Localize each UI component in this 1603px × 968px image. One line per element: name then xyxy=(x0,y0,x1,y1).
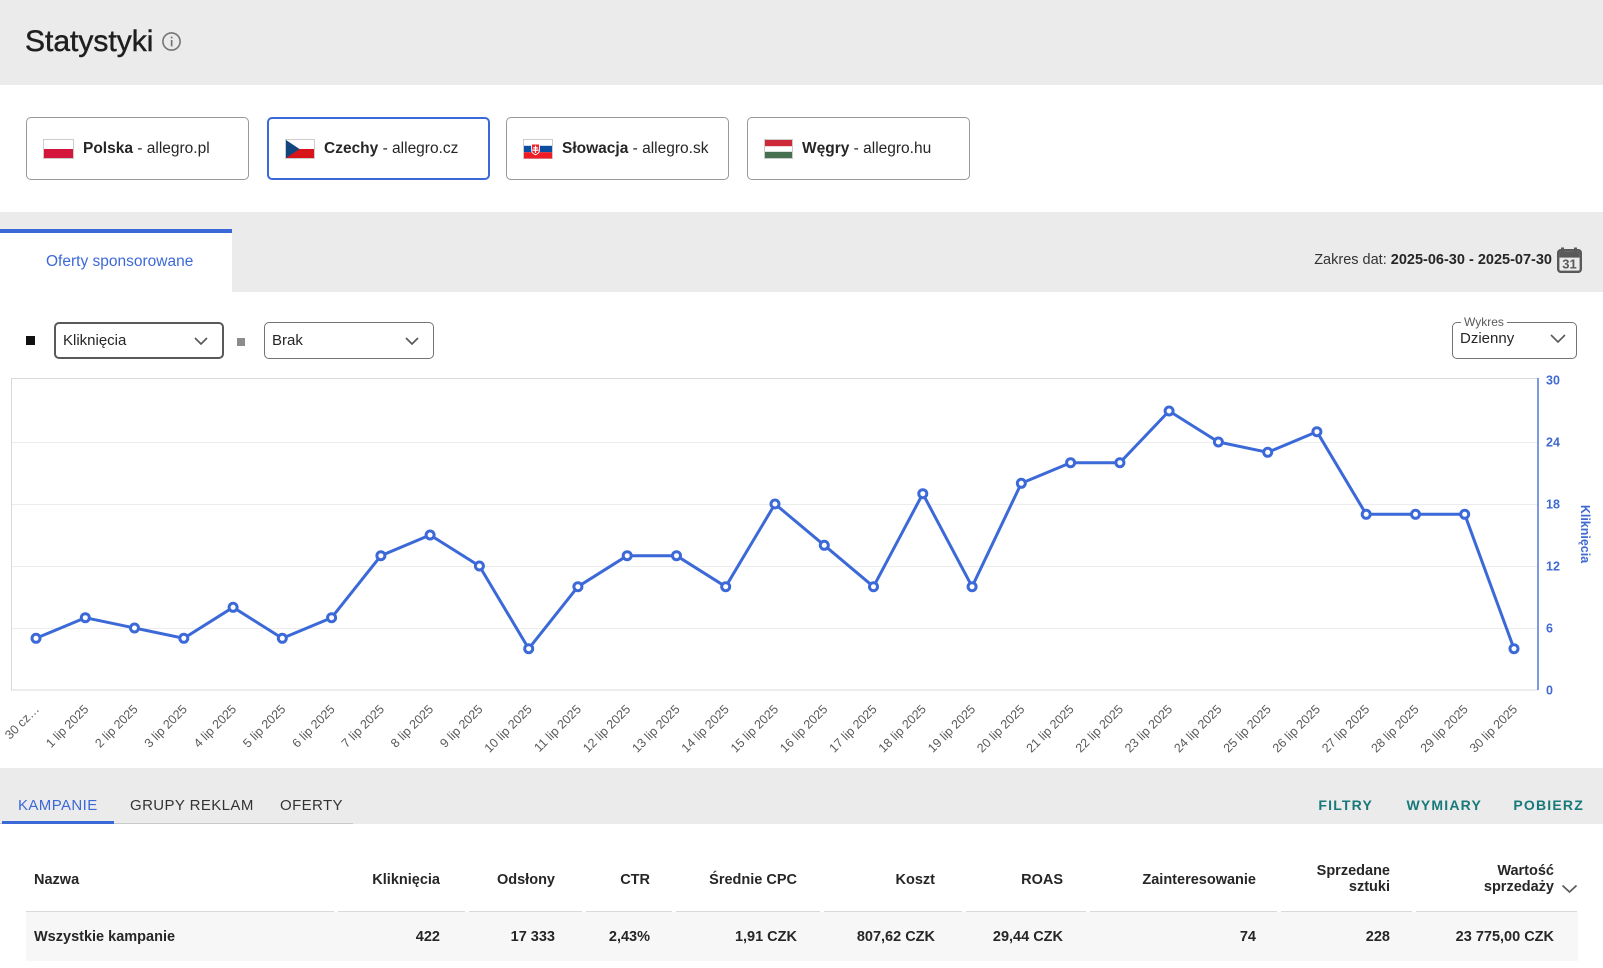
svg-text:15 lip 2025: 15 lip 2025 xyxy=(728,702,781,755)
svg-text:30 lip 2025: 30 lip 2025 xyxy=(1467,702,1520,755)
svg-text:25 lip 2025: 25 lip 2025 xyxy=(1221,702,1274,755)
svg-text:0: 0 xyxy=(1546,683,1553,697)
svg-text:10 lip 2025: 10 lip 2025 xyxy=(482,702,535,755)
svg-text:19 lip 2025: 19 lip 2025 xyxy=(925,702,978,755)
svg-text:3 lip 2025: 3 lip 2025 xyxy=(142,702,190,750)
svg-text:13 lip 2025: 13 lip 2025 xyxy=(629,702,682,755)
svg-text:18: 18 xyxy=(1546,497,1560,511)
svg-text:12 lip 2025: 12 lip 2025 xyxy=(580,702,633,755)
svg-text:22 lip 2025: 22 lip 2025 xyxy=(1073,702,1126,755)
svg-text:21 lip 2025: 21 lip 2025 xyxy=(1024,702,1077,755)
svg-text:30 cz…: 30 cz… xyxy=(2,702,42,742)
svg-text:Kliknięcia: Kliknięcia xyxy=(1578,505,1592,564)
svg-text:4 lip 2025: 4 lip 2025 xyxy=(191,702,239,750)
svg-text:29 lip 2025: 29 lip 2025 xyxy=(1418,702,1471,755)
svg-text:8 lip 2025: 8 lip 2025 xyxy=(388,702,436,750)
svg-text:30: 30 xyxy=(1546,373,1560,387)
svg-text:28 lip 2025: 28 lip 2025 xyxy=(1368,702,1421,755)
svg-text:6 lip 2025: 6 lip 2025 xyxy=(289,702,337,750)
svg-text:17 lip 2025: 17 lip 2025 xyxy=(826,702,879,755)
svg-text:27 lip 2025: 27 lip 2025 xyxy=(1319,702,1372,755)
svg-text:2 lip 2025: 2 lip 2025 xyxy=(92,702,140,750)
svg-text:24 lip 2025: 24 lip 2025 xyxy=(1171,702,1224,755)
svg-text:16 lip 2025: 16 lip 2025 xyxy=(777,702,830,755)
svg-text:11 lip 2025: 11 lip 2025 xyxy=(532,702,585,755)
svg-text:26 lip 2025: 26 lip 2025 xyxy=(1270,702,1323,755)
svg-text:5 lip 2025: 5 lip 2025 xyxy=(240,702,288,750)
svg-text:24: 24 xyxy=(1546,435,1560,449)
svg-text:31: 31 xyxy=(1562,257,1576,272)
svg-text:7 lip 2025: 7 lip 2025 xyxy=(339,702,387,750)
svg-text:9 lip 2025: 9 lip 2025 xyxy=(437,702,485,750)
svg-text:18 lip 2025: 18 lip 2025 xyxy=(876,702,929,755)
svg-text:23 lip 2025: 23 lip 2025 xyxy=(1122,702,1175,755)
svg-text:20 lip 2025: 20 lip 2025 xyxy=(974,702,1027,755)
svg-text:1 lip 2025: 1 lip 2025 xyxy=(43,702,91,750)
svg-text:6: 6 xyxy=(1546,621,1553,635)
svg-text:14 lip 2025: 14 lip 2025 xyxy=(679,702,732,755)
svg-text:12: 12 xyxy=(1546,559,1560,573)
